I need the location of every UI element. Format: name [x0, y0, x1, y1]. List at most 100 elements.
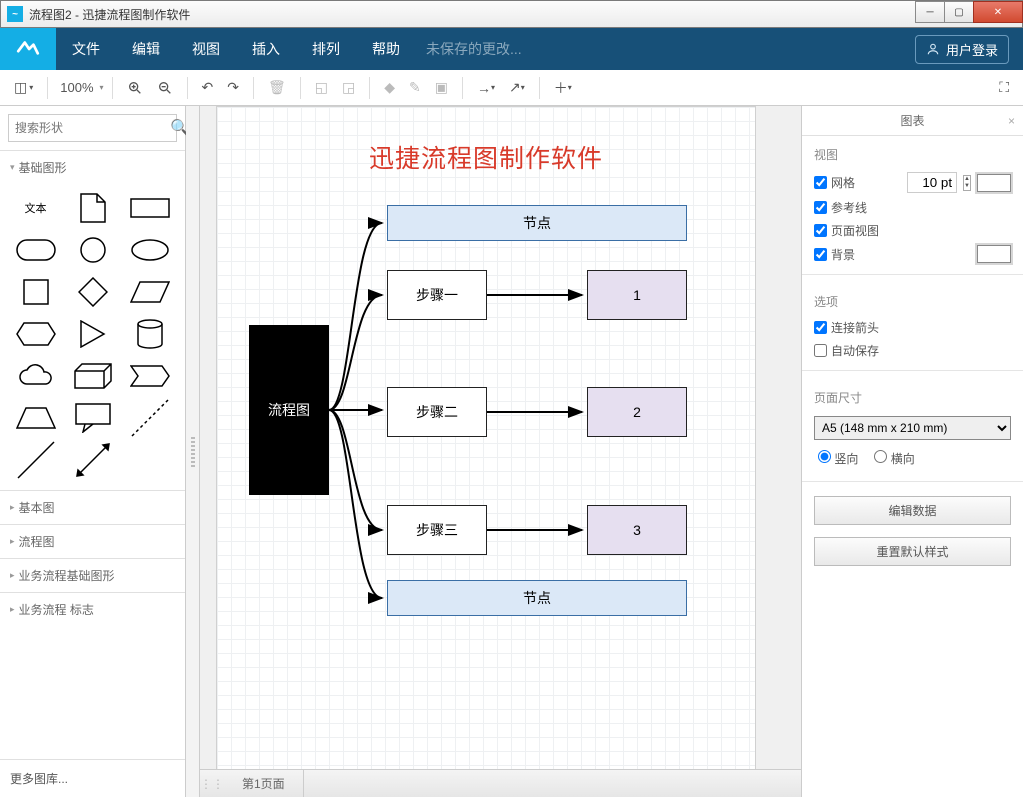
panel-close-icon[interactable]: × — [1008, 114, 1015, 128]
shape-step[interactable] — [124, 358, 175, 394]
zoom-in-button[interactable] — [121, 76, 149, 100]
node-root[interactable]: 流程图 — [249, 325, 329, 495]
to-back-button[interactable]: ◲ — [336, 75, 361, 100]
app-logo[interactable] — [0, 28, 56, 70]
shape-hexagon[interactable] — [10, 316, 61, 352]
fill-button[interactable]: ◆ — [378, 75, 401, 100]
node-top[interactable]: 节点 — [387, 205, 687, 241]
search-input[interactable] — [15, 121, 170, 135]
redo-button[interactable]: ↷ — [221, 75, 245, 100]
zoom-in-icon — [127, 80, 143, 96]
login-button[interactable]: 用户登录 — [915, 35, 1009, 64]
window-title: 流程图2 - 迅捷流程图制作软件 — [29, 6, 915, 23]
menu-file[interactable]: 文件 — [56, 28, 116, 70]
layout-button[interactable]: ◫ ▾ — [8, 75, 39, 100]
category-bpmn-symbols[interactable]: 业务流程 标志 — [0, 593, 185, 626]
watermark: 迅捷流程图制作软件 — [369, 139, 603, 175]
shape-diamond[interactable] — [67, 274, 118, 310]
stroke-button[interactable]: ✎ — [403, 75, 427, 100]
canvas-scroll[interactable]: 迅捷流程图制作软件 流程图 节点 步骤一 1 步骤二 2 步骤三 3 节点 — [200, 106, 801, 769]
grid-checkbox[interactable]: 网格 — [814, 174, 855, 191]
shape-note[interactable] — [67, 190, 118, 226]
shape-cube[interactable] — [67, 358, 118, 394]
shape-search[interactable]: 🔍 — [8, 114, 177, 142]
category-basic-shapes[interactable]: 基础图形 — [0, 151, 185, 184]
node-val3[interactable]: 3 — [587, 505, 687, 555]
page-tab-1[interactable]: 第1页面 — [224, 770, 304, 797]
shape-roundrect[interactable] — [10, 232, 61, 268]
close-button[interactable]: ✕ — [973, 1, 1023, 23]
node-step2[interactable]: 步骤二 — [387, 387, 487, 437]
background-checkbox[interactable]: 背景 — [814, 246, 855, 263]
background-color-swatch[interactable] — [977, 245, 1011, 263]
menu-help[interactable]: 帮助 — [356, 28, 416, 70]
node-bottom[interactable]: 节点 — [387, 580, 687, 616]
orientation-portrait[interactable]: 竖向 — [818, 450, 858, 467]
grid-size-input[interactable] — [907, 172, 957, 193]
shape-line-dashed[interactable] — [124, 400, 175, 436]
shape-arrow-both[interactable] — [67, 442, 118, 478]
zoom-out-button[interactable] — [151, 76, 179, 100]
stepper-up-icon[interactable]: ▲ — [964, 176, 970, 183]
node-val2[interactable]: 2 — [587, 387, 687, 437]
orientation-landscape[interactable]: 横向 — [874, 450, 914, 467]
panel-title: 图表 × — [802, 106, 1023, 136]
page-tabs: ⋮⋮ 第1页面 — [200, 769, 801, 797]
shape-line[interactable] — [10, 442, 61, 478]
shape-callout[interactable] — [67, 400, 118, 436]
to-front-button[interactable]: ◱ — [309, 75, 334, 100]
waypoint-button[interactable]: ↗ ▾ — [503, 75, 531, 100]
connection-arrows-checkbox[interactable]: 连接箭头 — [814, 319, 879, 336]
shadow-button[interactable]: ▣ — [429, 75, 454, 100]
splitter[interactable] — [186, 106, 200, 797]
menu-edit[interactable]: 编辑 — [116, 28, 176, 70]
grid-color-swatch[interactable] — [977, 174, 1011, 192]
page-tab-handle[interactable]: ⋮⋮ — [200, 777, 224, 791]
user-icon — [926, 42, 940, 56]
shape-cylinder[interactable] — [124, 316, 175, 352]
add-button[interactable]: ＋ ▾ — [548, 74, 578, 102]
shape-ellipse[interactable] — [124, 232, 175, 268]
category-bpmn-basic[interactable]: 业务流程基础图形 — [0, 559, 185, 592]
shape-square[interactable] — [10, 274, 61, 310]
shape-text[interactable]: 文本 — [10, 190, 61, 226]
fullscreen-button[interactable]: ⛶ — [993, 75, 1015, 100]
node-step1[interactable]: 步骤一 — [387, 270, 487, 320]
minimize-button[interactable]: ─ — [915, 1, 945, 23]
stepper-down-icon[interactable]: ▼ — [964, 183, 970, 190]
zoom-value[interactable]: 100% — [56, 80, 97, 95]
autosave-checkbox[interactable]: 自动保存 — [814, 342, 879, 359]
undo-button[interactable]: ↶ — [196, 75, 220, 100]
shape-parallelogram[interactable] — [124, 274, 175, 310]
canvas-page[interactable]: 迅捷流程图制作软件 流程图 节点 步骤一 1 步骤二 2 步骤三 3 节点 — [216, 106, 756, 769]
node-step3[interactable]: 步骤三 — [387, 505, 487, 555]
shape-triangle[interactable] — [67, 316, 118, 352]
canvas-area: 迅捷流程图制作软件 流程图 节点 步骤一 1 步骤二 2 步骤三 3 节点 — [200, 106, 801, 797]
category-basic-diagram[interactable]: 基本图 — [0, 491, 185, 524]
node-val1[interactable]: 1 — [587, 270, 687, 320]
category-flowchart[interactable]: 流程图 — [0, 525, 185, 558]
pageview-checkbox[interactable]: 页面视图 — [814, 222, 879, 239]
section-view: 视图 — [802, 136, 1023, 169]
shape-circle[interactable] — [67, 232, 118, 268]
connector-style-button[interactable]: → ▾ — [471, 76, 501, 100]
maximize-button[interactable]: ▢ — [944, 1, 974, 23]
section-options: 选项 — [802, 283, 1023, 316]
delete-button[interactable]: 🗑 — [262, 75, 292, 100]
app-icon: ~ — [7, 6, 23, 22]
shape-trapezoid[interactable] — [10, 400, 61, 436]
edit-data-button[interactable]: 编辑数据 — [814, 496, 1011, 525]
page-size-select[interactable]: A5 (148 mm x 210 mm) — [814, 416, 1011, 440]
format-panel: 图表 × 视图 网格 ▲▼ 参考线 页面视图 背景 选项 连接箭头 自动保存 页… — [801, 106, 1023, 797]
more-libraries[interactable]: 更多图库... — [0, 759, 185, 797]
menu-arrange[interactable]: 排列 — [296, 28, 356, 70]
shapes-panel: 🔍 基础图形 文本 — [0, 106, 186, 797]
guides-checkbox[interactable]: 参考线 — [814, 199, 867, 216]
shape-rect[interactable] — [124, 190, 175, 226]
menu-insert[interactable]: 插入 — [236, 28, 296, 70]
menubar: 文件 编辑 视图 插入 排列 帮助 未保存的更改... 用户登录 — [0, 28, 1023, 70]
reset-style-button[interactable]: 重置默认样式 — [814, 537, 1011, 566]
shape-cloud[interactable] — [10, 358, 61, 394]
menu-view[interactable]: 视图 — [176, 28, 236, 70]
window-titlebar: ~ 流程图2 - 迅捷流程图制作软件 ─ ▢ ✕ — [0, 0, 1023, 28]
